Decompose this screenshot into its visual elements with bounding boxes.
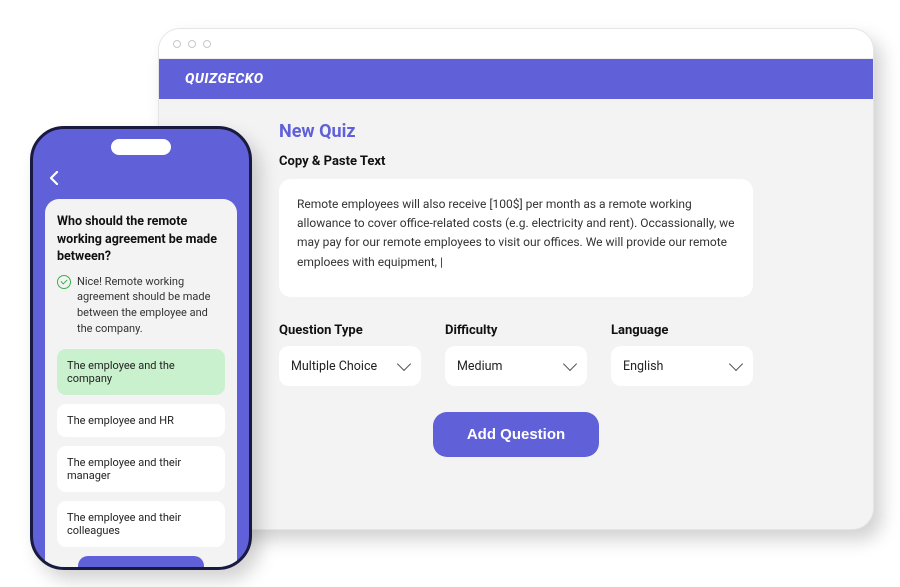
chevron-down-icon (729, 357, 743, 371)
check-circle-icon (57, 275, 71, 289)
window-close-icon[interactable] (173, 40, 181, 48)
chevron-left-icon (49, 171, 61, 185)
phone-notch (111, 139, 171, 155)
feedback-row: Nice! Remote working agreement should be… (57, 274, 225, 338)
phone-screen: Who should the remote working agreement … (45, 169, 237, 555)
language-value: English (623, 359, 663, 374)
browser-titlebar (159, 29, 873, 59)
feedback-text: Nice! Remote working agreement should be… (77, 274, 225, 338)
window-minimize-icon[interactable] (188, 40, 196, 48)
add-question-button[interactable]: Add Question (433, 412, 599, 457)
answer-option[interactable]: The employee and their manager (57, 446, 225, 492)
difficulty-label: Difficulty (445, 323, 587, 338)
answer-option[interactable]: The employee and the company (57, 349, 225, 395)
page-title: New Quiz (279, 121, 753, 142)
difficulty-value: Medium (457, 359, 502, 374)
paste-textarea[interactable]: Remote employees will also receive [100$… (279, 179, 753, 297)
browser-window: QUIZGECKO New Quiz Copy & Paste Text Rem… (158, 28, 874, 530)
next-question-button[interactable]: Next Question (78, 556, 203, 570)
question-type-label: Question Type (279, 323, 421, 338)
difficulty-group: Difficulty Medium (445, 323, 587, 386)
paste-label: Copy & Paste Text (279, 154, 753, 169)
chevron-down-icon (397, 357, 411, 371)
answer-option[interactable]: The employee and their colleagues (57, 501, 225, 547)
question-type-select[interactable]: Multiple Choice (279, 346, 421, 386)
language-select[interactable]: English (611, 346, 753, 386)
question-type-value: Multiple Choice (291, 359, 377, 374)
question-type-group: Question Type Multiple Choice (279, 323, 421, 386)
controls-row: Question Type Multiple Choice Difficulty… (279, 323, 753, 386)
brand-logo: QUIZGECKO (185, 71, 264, 87)
brand-bar: QUIZGECKO (159, 59, 873, 99)
language-group: Language English (611, 323, 753, 386)
difficulty-select[interactable]: Medium (445, 346, 587, 386)
browser-body: New Quiz Copy & Paste Text Remote employ… (159, 99, 873, 529)
question-text: Who should the remote working agreement … (57, 213, 225, 266)
chevron-down-icon (563, 357, 577, 371)
window-maximize-icon[interactable] (203, 40, 211, 48)
answer-option[interactable]: The employee and HR (57, 404, 225, 437)
phone-mockup: Who should the remote working agreement … (30, 126, 252, 570)
language-label: Language (611, 323, 753, 338)
question-card: Who should the remote working agreement … (45, 199, 237, 570)
back-button[interactable] (45, 169, 65, 195)
